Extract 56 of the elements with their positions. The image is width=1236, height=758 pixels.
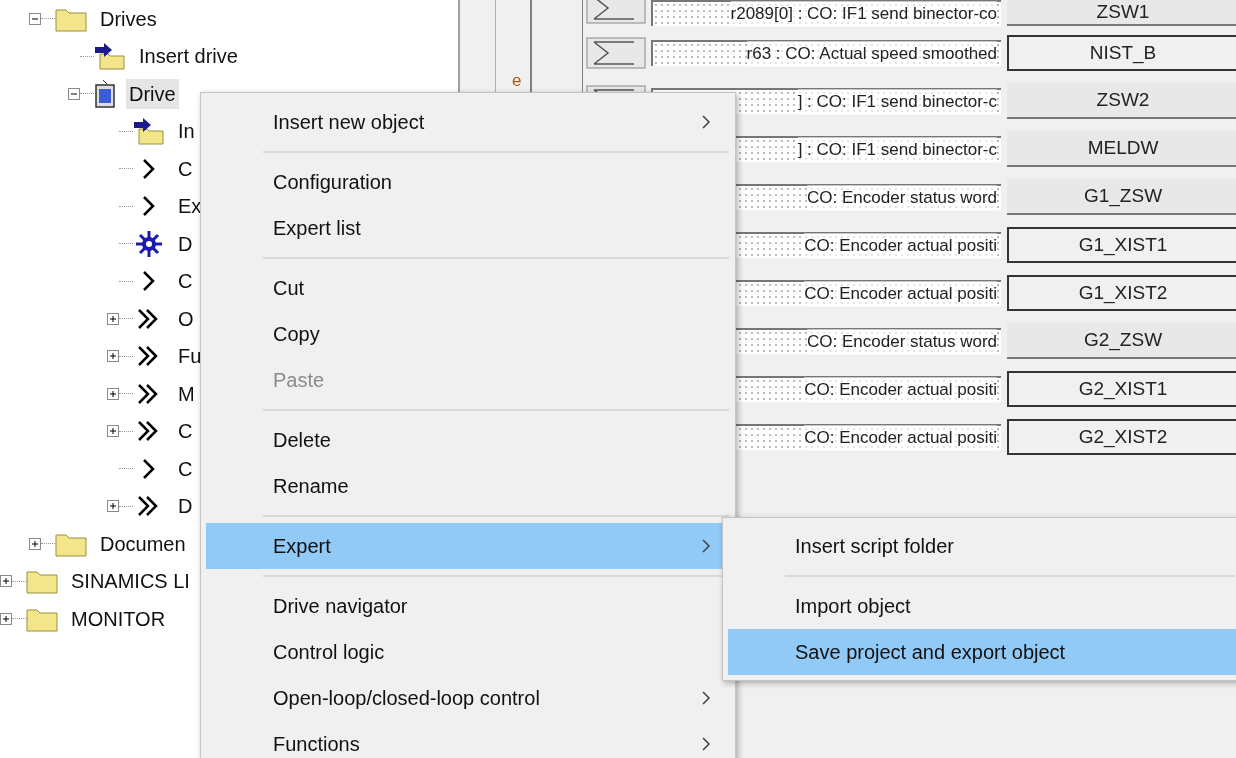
chevron-right-icon: [701, 538, 711, 554]
expand-icon[interactable]: [107, 425, 119, 438]
collapse-icon[interactable]: [68, 87, 80, 100]
tree-item[interactable]: Documen: [97, 528, 189, 559]
menu-item[interactable]: Save project and export object: [728, 629, 1236, 675]
tree-item[interactable]: M: [175, 378, 198, 409]
tree-item[interactable]: Drives: [97, 3, 160, 34]
signal-button[interactable]: ZSW1: [1007, 0, 1236, 26]
tree-item[interactable]: C: [175, 416, 196, 447]
folder-icon: [26, 568, 58, 595]
expand-icon[interactable]: [29, 537, 41, 550]
side-label: e: [512, 70, 522, 92]
menu-item[interactable]: Functions: [206, 721, 735, 758]
connector-icon[interactable]: [586, 37, 646, 69]
tree-item[interactable]: D: [175, 491, 196, 522]
signal-field[interactable]: r63 : CO: Actual speed smoothed: [651, 40, 1001, 66]
menu-item[interactable]: Rename: [206, 463, 735, 509]
device-icon: [94, 78, 116, 109]
signal-button[interactable]: G1_XIST1: [1007, 227, 1236, 263]
connector-icon[interactable]: [586, 0, 646, 24]
tree-item[interactable]: D: [175, 228, 196, 259]
expand-icon[interactable]: [107, 500, 119, 513]
tree-item[interactable]: In: [175, 116, 198, 147]
expand-icon[interactable]: [0, 575, 12, 588]
expand-icon[interactable]: [107, 350, 119, 363]
tree-item[interactable]: C: [175, 266, 196, 297]
tree-item[interactable]: Ex: [175, 191, 205, 222]
chevron-right-icon: [701, 690, 711, 706]
menu-item[interactable]: Open-loop/closed-loop control: [206, 675, 735, 721]
signal-button[interactable]: ZSW2: [1007, 83, 1236, 119]
tree-item[interactable]: SINAMICS LI: [68, 566, 193, 597]
signal-button[interactable]: G2_XIST1: [1007, 371, 1236, 407]
signal-field[interactable]: r2089[0] : CO: IF1 send binector-co: [651, 0, 1001, 26]
tree-item[interactable]: C: [175, 453, 196, 484]
folder-arrow-icon: [94, 42, 126, 71]
signal-button[interactable]: NIST_B: [1007, 35, 1236, 71]
expand-icon[interactable]: [107, 312, 119, 325]
expand-icon[interactable]: [107, 387, 119, 400]
chevron-right-icon: [701, 736, 711, 752]
gear-icon: [133, 229, 165, 258]
menu-item[interactable]: Import object: [728, 583, 1236, 629]
chevron-right-icon: [701, 114, 711, 130]
tree-item[interactable]: MONITOR: [68, 603, 169, 634]
signal-button[interactable]: G1_XIST2: [1007, 275, 1236, 311]
folder-arrow-icon: [133, 117, 165, 146]
signal-button[interactable]: G2_ZSW: [1007, 323, 1236, 359]
signal-button[interactable]: MELDW: [1007, 131, 1236, 167]
tree-item[interactable]: C: [175, 153, 196, 184]
collapse-icon[interactable]: [29, 12, 41, 25]
tree-item[interactable]: Fu: [175, 341, 205, 372]
tree-item[interactable]: O: [175, 303, 197, 334]
tree-item[interactable]: Insert drive: [136, 41, 241, 72]
expand-icon[interactable]: [0, 612, 12, 625]
tree-item[interactable]: Drive: [126, 78, 179, 109]
signal-button[interactable]: G1_ZSW: [1007, 179, 1236, 215]
signal-button[interactable]: G2_XIST2: [1007, 419, 1236, 455]
